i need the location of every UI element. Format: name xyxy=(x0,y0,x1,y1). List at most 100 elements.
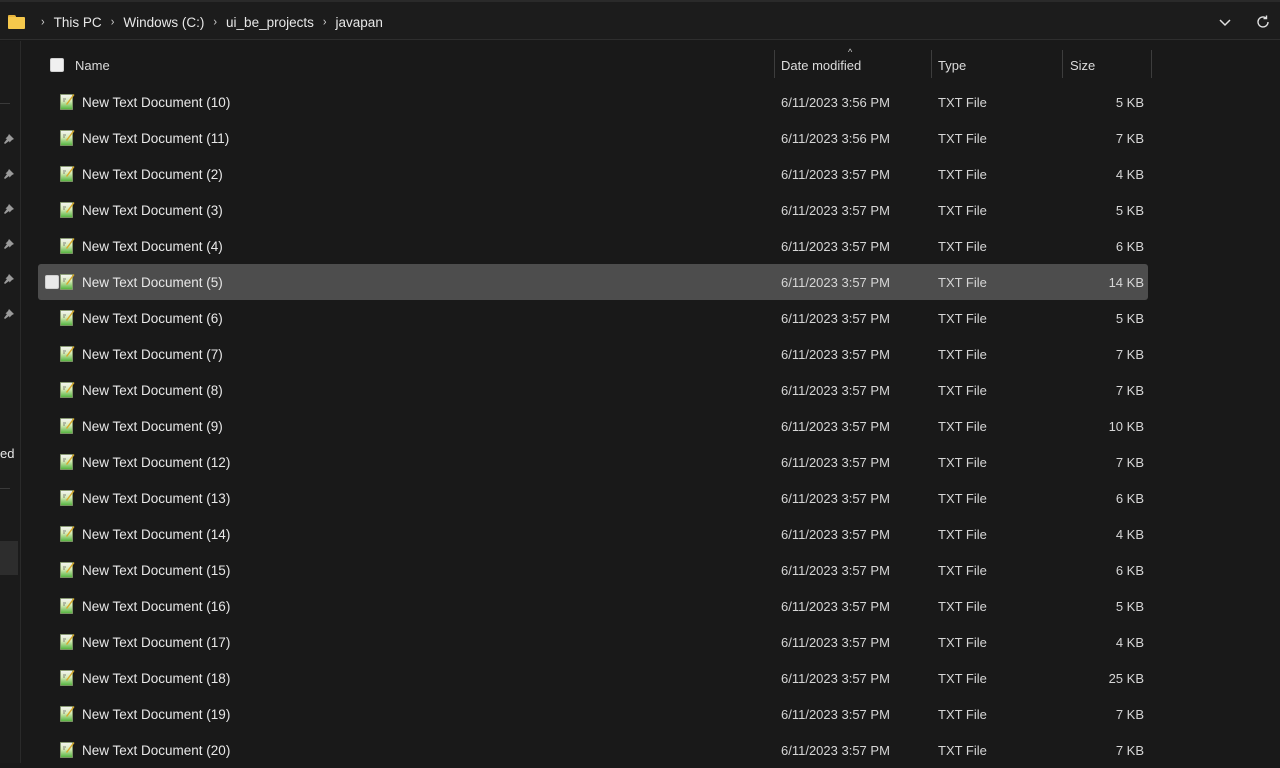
text-file-icon xyxy=(60,562,75,578)
file-type: TXT File xyxy=(938,670,987,686)
address-bar: › This PC › Windows (C:) › ui_be_project… xyxy=(0,0,1280,40)
text-file-icon xyxy=(60,94,75,110)
pin-icon[interactable] xyxy=(3,133,15,145)
column-divider[interactable] xyxy=(1062,50,1063,78)
file-row[interactable]: New Text Document (12) 6/11/2023 3:57 PM T… xyxy=(38,444,1148,480)
file-row[interactable]: New Text Document (8) 6/11/2023 3:57 PM TX… xyxy=(38,372,1148,408)
text-file-icon xyxy=(60,166,75,182)
file-name: New Text Document (12) xyxy=(82,454,231,470)
file-row[interactable]: New Text Document (19) 6/11/2023 3:57 PM T… xyxy=(38,696,1148,732)
file-name: New Text Document (6) xyxy=(82,310,223,326)
text-file-icon xyxy=(60,274,75,290)
chevron-right-icon[interactable]: › xyxy=(111,15,115,28)
file-type: TXT File xyxy=(938,166,987,182)
file-type: TXT File xyxy=(938,526,987,542)
file-row[interactable]: New Text Document (16) 6/11/2023 3:57 PM T… xyxy=(38,588,1148,624)
pin-icon[interactable] xyxy=(3,168,15,180)
row-checkbox[interactable] xyxy=(45,275,59,289)
text-file-icon xyxy=(60,238,75,254)
file-type: TXT File xyxy=(938,382,987,398)
text-file-icon xyxy=(60,310,75,326)
file-row[interactable]: New Text Document (15) 6/11/2023 3:57 PM T… xyxy=(38,552,1148,588)
text-file-icon xyxy=(60,706,75,722)
file-row[interactable]: New Text Document (5) 6/11/2023 3:57 PM TX… xyxy=(38,264,1148,300)
column-size[interactable]: Size xyxy=(1070,48,1095,82)
refresh-button[interactable] xyxy=(1252,11,1274,33)
breadcrumb-ui-be-projects[interactable]: ui_be_projects xyxy=(226,15,314,30)
select-all-checkbox[interactable] xyxy=(50,48,64,82)
pin-icon[interactable] xyxy=(3,203,15,215)
file-date-modified: 6/11/2023 3:57 PM xyxy=(781,562,890,578)
file-row[interactable]: New Text Document (14) 6/11/2023 3:57 PM T… xyxy=(38,516,1148,552)
file-size: 10 KB xyxy=(1108,418,1144,434)
file-name: New Text Document (2) xyxy=(82,166,223,182)
file-row[interactable]: New Text Document (9) 6/11/2023 3:57 PM TX… xyxy=(38,408,1148,444)
column-type[interactable]: Type xyxy=(938,48,966,82)
text-file-icon xyxy=(60,418,75,434)
file-size: 4 KB xyxy=(1115,526,1144,542)
file-type: TXT File xyxy=(938,346,987,362)
file-row[interactable]: New Text Document (6) 6/11/2023 3:57 PM TX… xyxy=(38,300,1148,336)
column-divider[interactable] xyxy=(774,50,775,78)
file-size: 7 KB xyxy=(1115,130,1144,146)
file-row[interactable]: New Text Document (4) 6/11/2023 3:57 PM TX… xyxy=(38,228,1148,264)
column-divider[interactable] xyxy=(931,50,932,78)
pin-icon[interactable] xyxy=(3,308,15,320)
file-date-modified: 6/11/2023 3:57 PM xyxy=(781,418,890,434)
file-date-modified: 6/11/2023 3:57 PM xyxy=(781,670,890,686)
navigation-pane[interactable]: ed xyxy=(0,41,21,763)
text-file-icon xyxy=(60,490,75,506)
file-size: 7 KB xyxy=(1115,706,1144,722)
history-dropdown-button[interactable] xyxy=(1214,11,1236,33)
pin-icon[interactable] xyxy=(3,273,15,285)
file-date-modified: 6/11/2023 3:57 PM xyxy=(781,202,890,218)
text-file-icon xyxy=(60,634,75,650)
column-divider[interactable] xyxy=(1151,50,1152,78)
breadcrumb-javapan[interactable]: javapan xyxy=(336,15,383,30)
file-date-modified: 6/11/2023 3:57 PM xyxy=(781,382,890,398)
file-row[interactable]: New Text Document (11) 6/11/2023 3:56 PM T… xyxy=(38,120,1148,156)
file-row[interactable]: New Text Document (13) 6/11/2023 3:57 PM T… xyxy=(38,480,1148,516)
file-type: TXT File xyxy=(938,130,987,146)
chevron-right-icon[interactable]: › xyxy=(323,15,327,28)
file-type: TXT File xyxy=(938,454,987,470)
file-row[interactable]: New Text Document (3) 6/11/2023 3:57 PM TX… xyxy=(38,192,1148,228)
file-date-modified: 6/11/2023 3:57 PM xyxy=(781,742,890,758)
file-row[interactable]: New Text Document (7) 6/11/2023 3:57 PM TX… xyxy=(38,336,1148,372)
file-name: New Text Document (9) xyxy=(82,418,223,434)
file-name: New Text Document (3) xyxy=(82,202,223,218)
nav-divider xyxy=(0,488,10,489)
breadcrumb-windows-c[interactable]: Windows (C:) xyxy=(123,15,204,30)
pin-icon[interactable] xyxy=(3,238,15,250)
file-size: 6 KB xyxy=(1115,238,1144,254)
chevron-right-icon[interactable]: › xyxy=(213,15,217,28)
file-date-modified: 6/11/2023 3:57 PM xyxy=(781,274,890,290)
file-type: TXT File xyxy=(938,274,987,290)
file-name: New Text Document (14) xyxy=(82,526,231,542)
file-type: TXT File xyxy=(938,94,987,110)
file-type: TXT File xyxy=(938,418,987,434)
nav-item-truncated-label[interactable]: ed xyxy=(0,446,14,461)
file-type: TXT File xyxy=(938,238,987,254)
file-row[interactable]: New Text Document (17) 6/11/2023 3:57 PM T… xyxy=(38,624,1148,660)
text-file-icon xyxy=(60,742,75,758)
nav-item-selected[interactable] xyxy=(0,541,18,575)
chevron-right-icon[interactable]: › xyxy=(41,15,45,28)
text-file-icon xyxy=(60,598,75,614)
file-date-modified: 6/11/2023 3:57 PM xyxy=(781,634,890,650)
file-row[interactable]: New Text Document (2) 6/11/2023 3:57 PM TX… xyxy=(38,156,1148,192)
file-date-modified: 6/11/2023 3:57 PM xyxy=(781,526,890,542)
file-date-modified: 6/11/2023 3:56 PM xyxy=(781,130,890,146)
file-type: TXT File xyxy=(938,490,987,506)
file-name: New Text Document (16) xyxy=(82,598,231,614)
file-row[interactable]: New Text Document (10) 6/11/2023 3:56 PM T… xyxy=(38,84,1148,120)
folder-icon[interactable] xyxy=(8,15,26,29)
file-date-modified: 6/11/2023 3:57 PM xyxy=(781,346,890,362)
file-type: TXT File xyxy=(938,634,987,650)
file-type: TXT File xyxy=(938,562,987,578)
file-type: TXT File xyxy=(938,742,987,758)
breadcrumb-this-pc[interactable]: This PC xyxy=(54,15,102,30)
file-name: New Text Document (13) xyxy=(82,490,231,506)
file-row[interactable]: New Text Document (18) 6/11/2023 3:57 PM T… xyxy=(38,660,1148,696)
column-name[interactable]: Name xyxy=(75,48,110,82)
